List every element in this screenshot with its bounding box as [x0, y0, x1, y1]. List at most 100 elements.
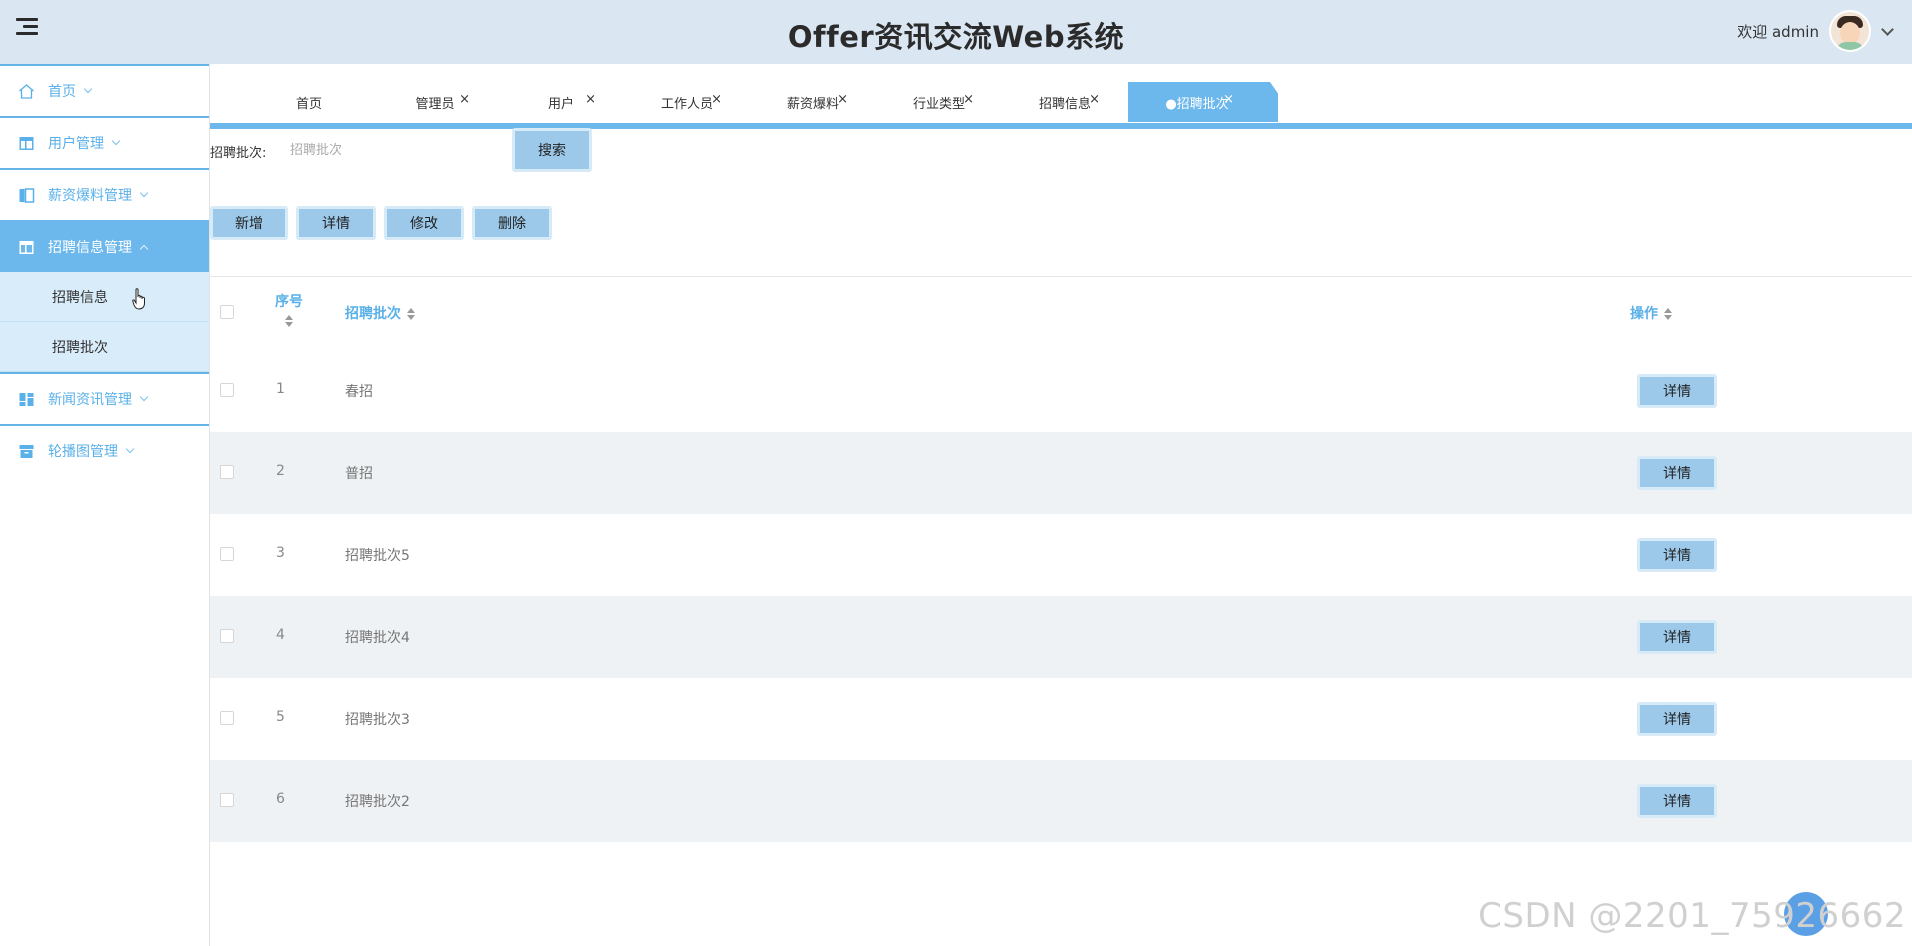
row-detail-button[interactable]: 详情	[1637, 456, 1717, 490]
user-menu[interactable]: 欢迎 admin	[1737, 8, 1894, 54]
column-header-label: 招聘批次	[345, 306, 401, 322]
row-index: 1	[276, 381, 285, 397]
row-checkbox[interactable]	[220, 547, 234, 561]
sort-icon[interactable]	[285, 315, 293, 327]
tab-label: ●招聘批次	[1165, 96, 1229, 112]
sidebar: 首页 用户管理 薪资爆料管理 招聘信息管理 招聘信息 招聘批次 新闻资讯管理 轮…	[0, 64, 210, 946]
sidebar-item-label: 薪资爆料管理	[48, 188, 132, 204]
table-row: 2 普招 详情	[210, 432, 1912, 514]
tab-staff[interactable]: 工作人员 ×	[624, 82, 750, 122]
close-icon[interactable]: ×	[963, 92, 974, 107]
tab-bar: 首页 管理员 × 用户 × 工作人员 × 薪资爆料 × 行业类型 × 招聘信息 × ●招聘批…	[210, 64, 1912, 130]
row-detail-button[interactable]: 详情	[1637, 702, 1717, 736]
tab-label: 工作人员	[660, 96, 713, 112]
table-row: 4 招聘批次4 详情	[210, 596, 1912, 678]
row-checkbox[interactable]	[220, 383, 234, 397]
avatar[interactable]	[1829, 10, 1871, 52]
dashboard-icon	[19, 392, 34, 406]
sidebar-item-news[interactable]: 新闻资讯管理	[0, 372, 209, 424]
row-batch-name: 招聘批次3	[345, 712, 410, 728]
close-icon[interactable]: ×	[711, 92, 722, 107]
top-header: Offer资讯交流Web系统 欢迎 admin	[0, 0, 1912, 64]
row-checkbox[interactable]	[220, 629, 234, 643]
row-batch-name: 招聘批次2	[345, 794, 410, 810]
search-button[interactable]: 搜索	[512, 128, 592, 172]
tab-label: 管理员	[415, 96, 455, 112]
data-table: 序号 招聘批次 操作 1 春招 详情 2 普招 详情 3 招聘批次5 详情 4 …	[210, 276, 1912, 842]
columns-icon	[19, 187, 35, 203]
sidebar-item-recruitment[interactable]: 招聘信息管理	[0, 220, 209, 272]
table-row: 1 春招 详情	[210, 350, 1912, 432]
tab-recruitment-info[interactable]: 招聘信息 ×	[1002, 82, 1128, 122]
close-icon[interactable]: ×	[585, 92, 596, 107]
row-detail-button[interactable]: 详情	[1637, 784, 1717, 818]
chevron-down-icon	[111, 136, 121, 146]
app-title: Offer资讯交流Web系统	[787, 20, 1125, 54]
home-icon	[19, 83, 34, 99]
select-all-checkbox[interactable]	[220, 305, 234, 319]
tab-admin[interactable]: 管理员 ×	[372, 82, 498, 122]
chevron-down-icon	[125, 444, 135, 454]
add-button[interactable]: 新增	[210, 206, 288, 240]
tab-industry[interactable]: 行业类型 ×	[876, 82, 1002, 122]
table-icon	[19, 136, 34, 150]
sort-icon[interactable]	[407, 308, 415, 320]
tab-label: 用户	[547, 96, 574, 112]
sidebar-item-label: 用户管理	[48, 136, 104, 152]
close-icon[interactable]: ×	[837, 92, 848, 107]
welcome-text: 欢迎 admin	[1737, 22, 1819, 41]
action-toolbar: 新增 详情 修改 删除	[210, 206, 560, 240]
search-label: 招聘批次:	[210, 146, 267, 161]
row-batch-name: 招聘批次5	[345, 548, 410, 564]
row-index: 6	[276, 791, 285, 807]
chevron-up-icon	[139, 244, 149, 253]
column-header-ops[interactable]: 操作	[1630, 303, 1672, 323]
detail-button[interactable]: 详情	[296, 206, 376, 240]
sidebar-subitem-recruitment-batch[interactable]: 招聘批次	[0, 322, 209, 372]
table-row: 3 招聘批次5 详情	[210, 514, 1912, 596]
row-checkbox[interactable]	[220, 793, 234, 807]
sidebar-item-label: 轮播图管理	[48, 444, 118, 460]
table-header: 序号 招聘批次 操作	[210, 276, 1912, 350]
chevron-down-icon[interactable]	[1881, 22, 1894, 36]
column-header-label: 序号	[275, 294, 303, 310]
sidebar-item-user-management[interactable]: 用户管理	[0, 116, 209, 168]
row-detail-button[interactable]: 详情	[1637, 620, 1717, 654]
tab-underline	[210, 123, 1912, 129]
search-input[interactable]	[290, 136, 490, 164]
close-icon[interactable]: ×	[1223, 92, 1234, 107]
tab-label: 首页	[295, 96, 322, 112]
row-batch-name: 普招	[345, 466, 373, 482]
column-header-index[interactable]: 序号	[274, 291, 304, 327]
sidebar-item-label: 招聘信息管理	[48, 240, 132, 256]
table-icon	[19, 240, 34, 254]
table-row: 5 招聘批次3 详情	[210, 678, 1912, 760]
hand-cursor-icon	[132, 288, 145, 310]
delete-button[interactable]: 删除	[472, 206, 552, 240]
tab-label: 行业类型	[912, 96, 965, 112]
sort-icon[interactable]	[1664, 308, 1672, 320]
chevron-down-icon	[139, 188, 149, 198]
sidebar-subitem-recruitment-info[interactable]: 招聘信息	[0, 272, 209, 322]
close-icon[interactable]: ×	[459, 92, 470, 107]
chevron-down-icon	[139, 392, 149, 402]
sidebar-item-home[interactable]: 首页	[0, 64, 209, 116]
sidebar-item-salary[interactable]: 薪资爆料管理	[0, 168, 209, 220]
tab-salary[interactable]: 薪资爆料 ×	[750, 82, 876, 122]
tab-home[interactable]: 首页	[246, 82, 372, 122]
tab-recruitment-batch[interactable]: ●招聘批次 ×	[1128, 82, 1278, 122]
row-checkbox[interactable]	[220, 711, 234, 725]
column-header-batch[interactable]: 招聘批次	[345, 303, 415, 323]
row-index: 2	[276, 463, 285, 479]
tab-user[interactable]: 用户 ×	[498, 82, 624, 122]
row-detail-button[interactable]: 详情	[1637, 374, 1717, 408]
sidebar-item-carousel[interactable]: 轮播图管理	[0, 424, 209, 476]
row-detail-button[interactable]: 详情	[1637, 538, 1717, 572]
tab-label: 薪资爆料	[786, 96, 839, 112]
edit-button[interactable]: 修改	[384, 206, 464, 240]
close-icon[interactable]: ×	[1089, 92, 1100, 107]
row-batch-name: 招聘批次4	[345, 630, 410, 646]
sidebar-item-label: 新闻资讯管理	[48, 392, 132, 408]
row-checkbox[interactable]	[220, 465, 234, 479]
row-index: 4	[276, 627, 285, 643]
